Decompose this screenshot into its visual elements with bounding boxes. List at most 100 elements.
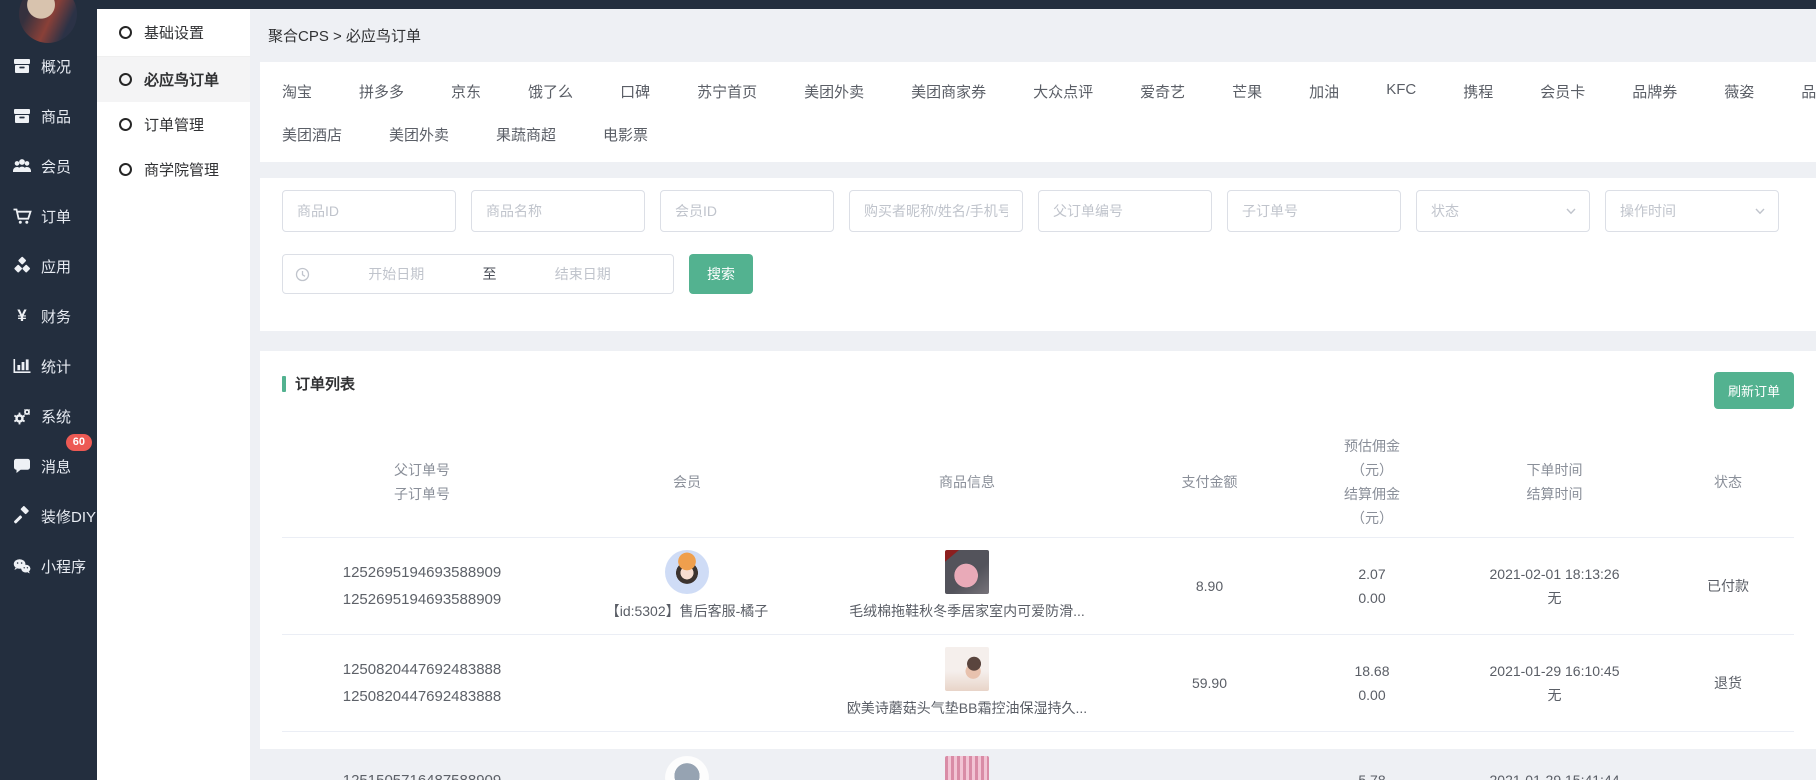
finance-icon: ¥ xyxy=(12,306,32,326)
tab-suning[interactable]: 苏宁首页 xyxy=(697,81,757,102)
tab-jd[interactable]: 京东 xyxy=(451,81,481,102)
submenu-item-label: 商学院管理 xyxy=(144,159,219,180)
clock-icon xyxy=(295,267,310,282)
submenu-item-academy-management[interactable]: 商学院管理 xyxy=(97,147,250,192)
secondary-sidebar: 基础设置 必应鸟订单 订单管理 商学院管理 xyxy=(97,9,250,780)
cell-order-no: 1251505716487588909 xyxy=(282,767,562,780)
cell-pay-amount: 59.90 xyxy=(1122,671,1297,695)
tab-mango[interactable]: 芒果 xyxy=(1232,81,1262,102)
tab-taobao[interactable]: 淘宝 xyxy=(282,81,312,102)
sidebar-item-label: 统计 xyxy=(41,356,71,377)
sidebar-item-diy[interactable]: 装修DIY xyxy=(0,491,97,541)
tab-koubei[interactable]: 口碑 xyxy=(620,81,650,102)
tab-movie-tickets[interactable]: 电影票 xyxy=(603,124,648,145)
tab-kfc[interactable]: KFC xyxy=(1386,81,1416,102)
tab-membership-card[interactable]: 会员卡 xyxy=(1540,81,1585,102)
cell-product: 欧美诗蘑菇头气垫BB霜控油保湿持久... xyxy=(812,647,1122,720)
sidebar-item-messages[interactable]: 消息 60 xyxy=(0,441,97,491)
tab-brand-coupon[interactable]: 品牌券 xyxy=(1632,81,1677,102)
circle-icon xyxy=(119,26,132,39)
sidebar-item-miniprogram[interactable]: 小程序 xyxy=(0,541,97,591)
platform-tabs-card: 淘宝 拼多多 京东 饿了么 口碑 苏宁首页 美团外卖 美团商家券 大众点评 爱奇… xyxy=(260,62,1816,162)
tab-meituan-coupon[interactable]: 美团商家券 xyxy=(911,81,986,102)
cell-order-no: 1250820447692483888 1250820447692483888 xyxy=(282,656,562,710)
message-badge: 60 xyxy=(66,434,92,451)
product-id-input[interactable] xyxy=(282,190,456,232)
status-select[interactable]: 状态 xyxy=(1416,190,1590,232)
sidebar-item-members[interactable]: 会员 xyxy=(0,141,97,191)
submenu-item-basic-settings[interactable]: 基础设置 xyxy=(97,9,250,57)
tab-pinduoduo[interactable]: 拼多多 xyxy=(359,81,404,102)
search-button[interactable]: 搜索 xyxy=(689,254,753,294)
header-time: 下单时间结算时间 xyxy=(1447,458,1662,506)
title-accent-bar xyxy=(282,376,286,392)
tab-iqiyi[interactable]: 爱奇艺 xyxy=(1140,81,1185,102)
main-content: 聚合CPS > 必应鸟订单 淘宝 拼多多 京东 饿了么 口碑 苏宁首页 美团外卖… xyxy=(250,9,1816,780)
sidebar-item-goods[interactable]: 商品 xyxy=(0,91,97,141)
submenu-item-bingbird-orders[interactable]: 必应鸟订单 xyxy=(97,57,250,102)
sidebar-item-finance[interactable]: ¥ 财务 xyxy=(0,291,97,341)
cell-order-no: 1252695194693588909 1252695194693588909 xyxy=(282,559,562,613)
start-date-input[interactable]: 开始日期 xyxy=(318,264,475,284)
user-avatar[interactable] xyxy=(19,0,77,43)
orders-icon xyxy=(12,206,32,226)
header-order-no: 父订单号子订单号 xyxy=(282,458,562,506)
tab-meituan-hotel[interactable]: 美团酒店 xyxy=(282,124,342,145)
product-name-input[interactable] xyxy=(471,190,645,232)
cell-member xyxy=(562,756,812,780)
end-date-input[interactable]: 结束日期 xyxy=(505,264,662,284)
filter-card: 状态 操作时间 开始日期 至 结束日期 搜索 xyxy=(260,178,1816,331)
order-list-card: 订单列表 刷新订单 父订单号子订单号 会员 商品信息 支付金额 预估佣金（元） … xyxy=(260,351,1816,749)
tab-meituan-waimai[interactable]: 美团外卖 xyxy=(804,81,864,102)
submenu-item-label: 订单管理 xyxy=(144,114,204,135)
tab-brand-coupon-api[interactable]: 品牌券（接口） xyxy=(1801,81,1816,102)
member-avatar xyxy=(665,756,709,780)
status-badge: 退货 xyxy=(1662,671,1794,695)
buyer-input[interactable] xyxy=(849,190,1023,232)
sidebar-item-orders[interactable]: 订单 xyxy=(0,191,97,241)
submenu-item-order-management[interactable]: 订单管理 xyxy=(97,102,250,147)
sidebar-item-overview[interactable]: 概况 xyxy=(0,41,97,91)
chevron-down-icon xyxy=(1565,205,1577,217)
operate-time-select[interactable]: 操作时间 xyxy=(1605,190,1779,232)
parent-order-input[interactable] xyxy=(1038,190,1212,232)
stats-icon xyxy=(12,356,32,376)
sidebar-item-label: 消息 xyxy=(41,456,71,477)
tab-meituan-waimai-2[interactable]: 美团外卖 xyxy=(389,124,449,145)
member-avatar xyxy=(665,550,709,594)
sidebar-item-stats[interactable]: 统计 xyxy=(0,341,97,391)
apps-icon xyxy=(12,256,32,276)
tab-jiayou[interactable]: 加油 xyxy=(1309,81,1339,102)
table-row: 1251505716487588909 5.78 2021-01-29 15:4… xyxy=(282,732,1794,780)
cell-time: 2021-02-01 18:13:26无 xyxy=(1447,562,1662,610)
sidebar-item-label: 订单 xyxy=(41,206,71,227)
cell-time: 2021-01-29 15:41:44 xyxy=(1447,768,1662,780)
sidebar-item-label: 应用 xyxy=(41,256,71,277)
product-image xyxy=(945,647,989,691)
tab-dianping[interactable]: 大众点评 xyxy=(1033,81,1093,102)
member-id-input[interactable] xyxy=(660,190,834,232)
refresh-orders-button[interactable]: 刷新订单 xyxy=(1714,372,1794,409)
header-member: 会员 xyxy=(562,470,812,494)
page-title: 订单列表 xyxy=(295,373,355,394)
status-select-label: 状态 xyxy=(1431,201,1459,221)
product-image xyxy=(945,756,989,780)
cell-commission: 18.680.00 xyxy=(1297,659,1447,707)
system-icon xyxy=(12,406,32,426)
tab-eleme[interactable]: 饿了么 xyxy=(528,81,573,102)
tab-grocery[interactable]: 果蔬商超 xyxy=(496,124,556,145)
tab-weizi[interactable]: 薇姿 xyxy=(1724,81,1754,102)
tab-row-1: 淘宝 拼多多 京东 饿了么 口碑 苏宁首页 美团外卖 美团商家券 大众点评 爱奇… xyxy=(282,81,1794,102)
sidebar-item-label: 商品 xyxy=(41,106,71,127)
circle-icon xyxy=(119,73,132,86)
date-range-picker[interactable]: 开始日期 至 结束日期 xyxy=(282,254,674,294)
sidebar-item-apps[interactable]: 应用 xyxy=(0,241,97,291)
child-order-input[interactable] xyxy=(1227,190,1401,232)
table-row: 1252695194693588909 1252695194693588909 … xyxy=(282,538,1794,635)
tab-ctrip[interactable]: 携程 xyxy=(1463,81,1493,102)
cell-time: 2021-01-29 16:10:45无 xyxy=(1447,659,1662,707)
cell-commission: 2.070.00 xyxy=(1297,562,1447,610)
order-list-title: 订单列表 xyxy=(282,373,1794,394)
cell-member: 【id:5302】售后客服-橘子 xyxy=(562,550,812,623)
filter-row: 状态 操作时间 xyxy=(282,190,1794,232)
